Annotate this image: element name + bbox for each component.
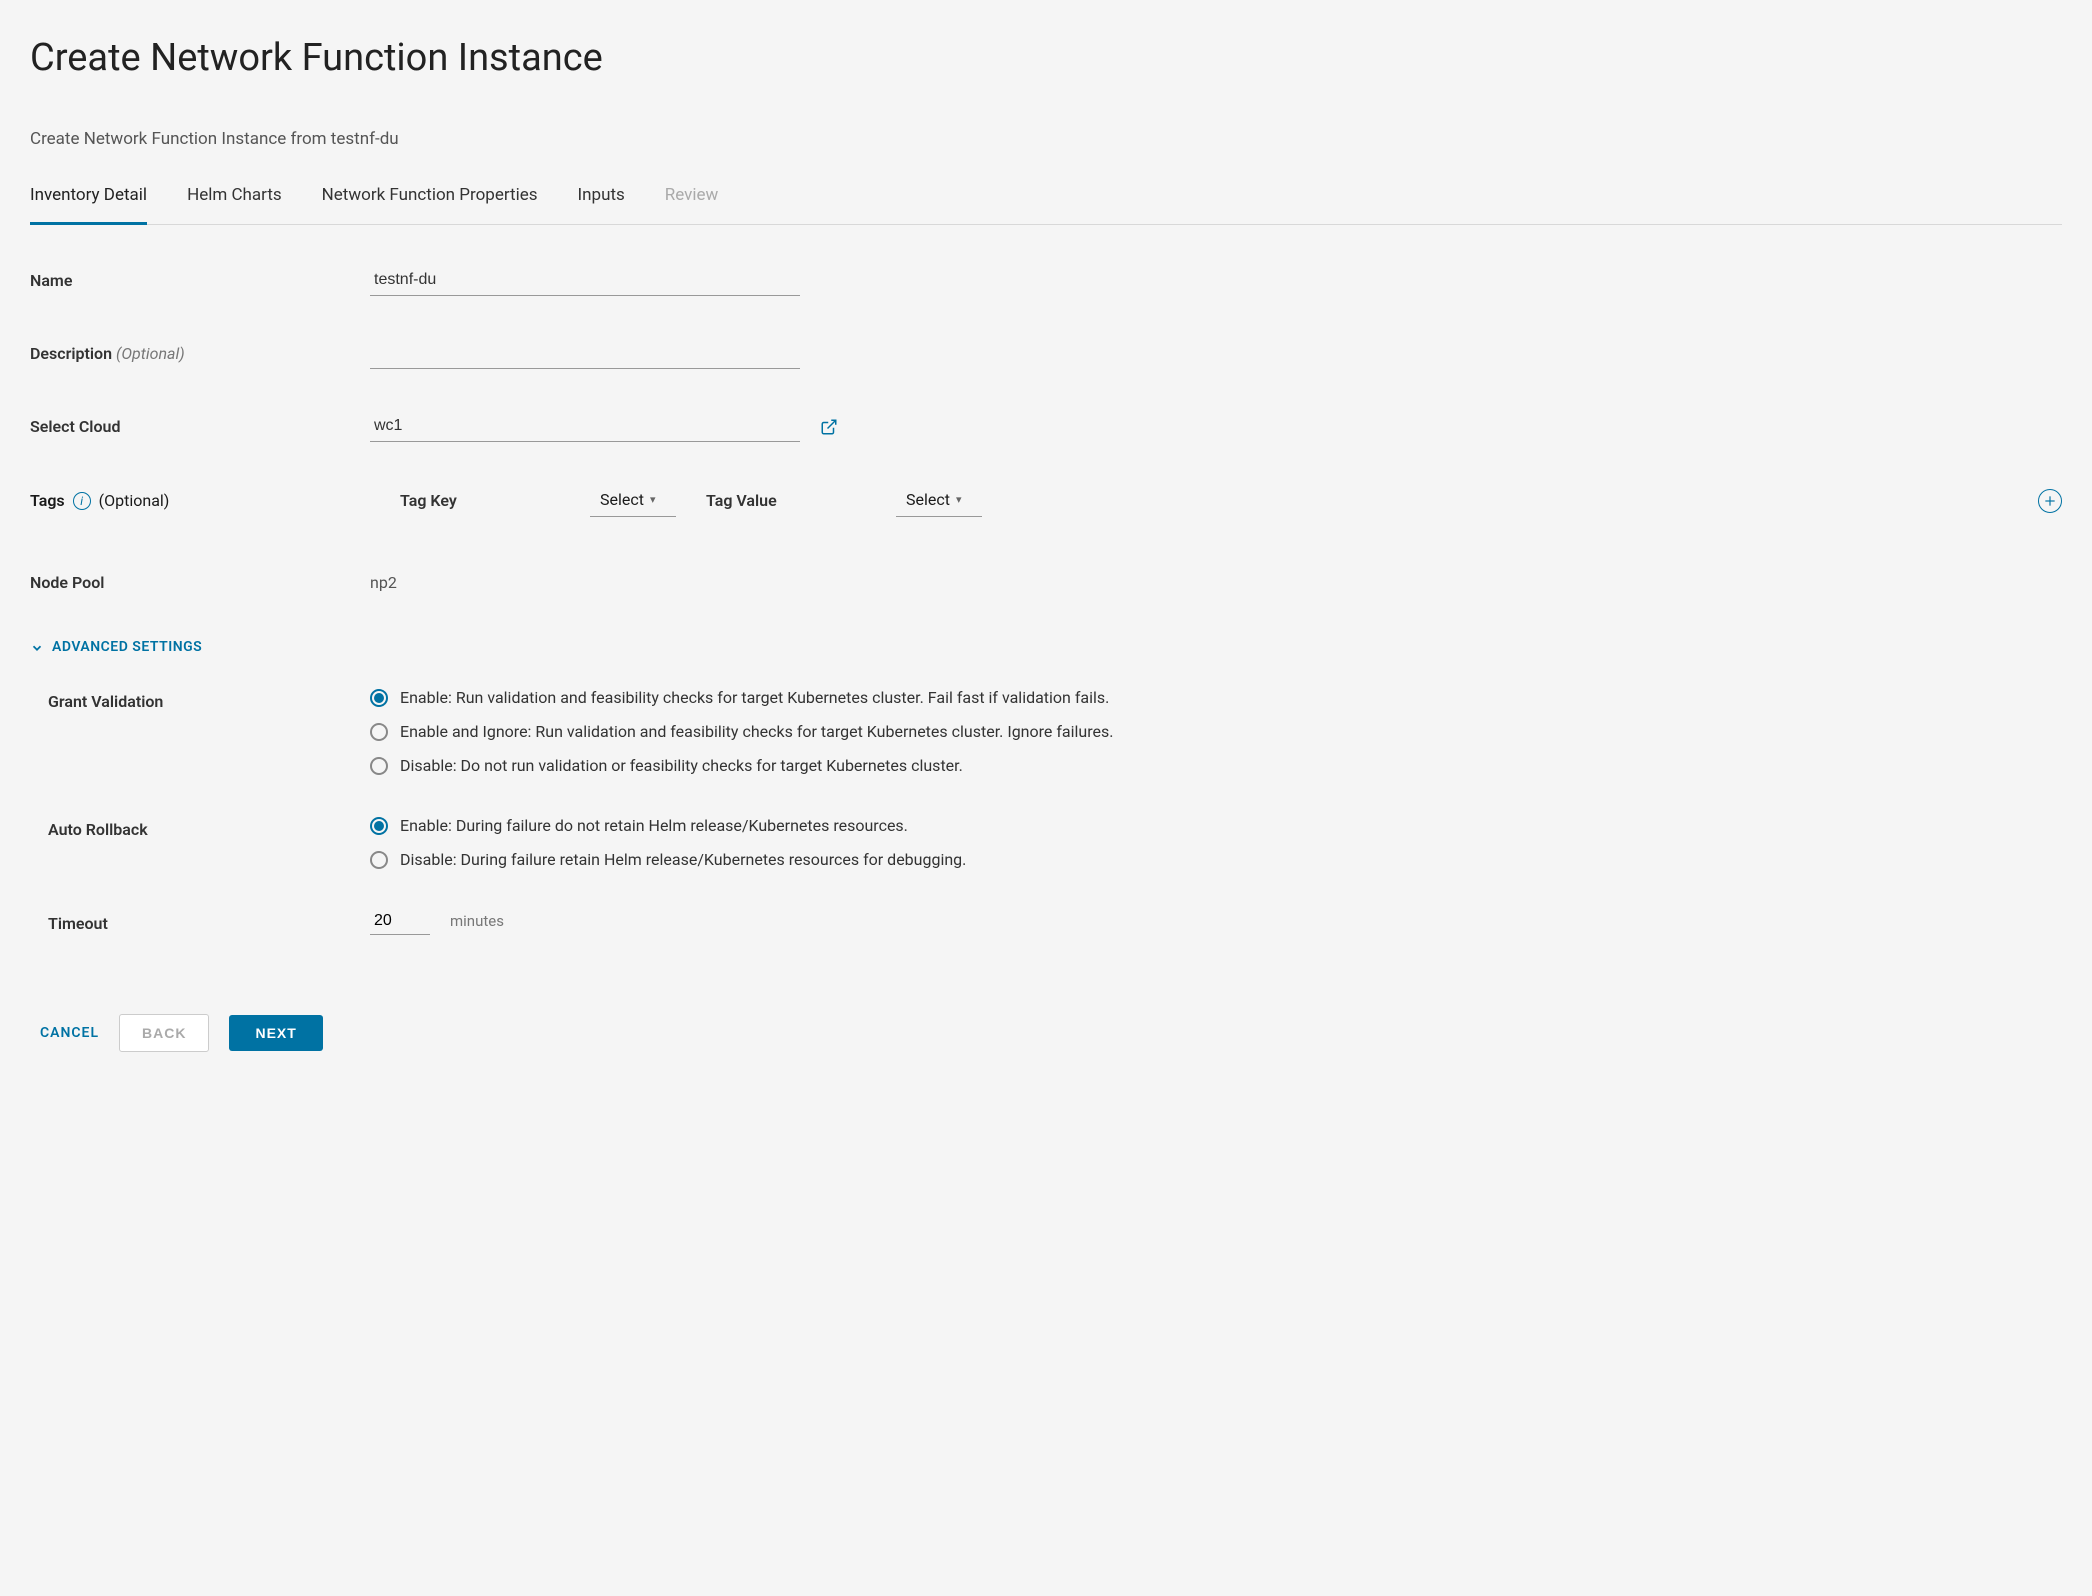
row-auto-rollback: Auto Rollback Enable: During failure do …	[30, 814, 2062, 872]
tag-key-select-text: Select	[600, 488, 644, 512]
row-tags: Tags i (Optional) Tag Key Select ▾ Tag V…	[30, 484, 2062, 517]
label-description: Description (Optional)	[30, 338, 370, 366]
label-tag-key: Tag Key	[400, 489, 540, 513]
tab-inventory-detail[interactable]: Inventory Detail	[30, 183, 147, 226]
add-tag-icon[interactable]	[2038, 489, 2062, 513]
chevron-down-icon: ▾	[650, 492, 656, 509]
row-name: Name	[30, 265, 2062, 296]
tab-review: Review	[665, 183, 719, 225]
auto-rollback-disable[interactable]: Disable: During failure retain Helm rele…	[370, 848, 966, 872]
page-title: Create Network Function Instance	[30, 30, 2062, 87]
auto-rollback-enable[interactable]: Enable: During failure do not retain Hel…	[370, 814, 966, 838]
external-link-icon[interactable]	[820, 418, 838, 436]
label-timeout: Timeout	[30, 908, 370, 936]
advanced-settings-toggle[interactable]: ADVANCED SETTINGS	[30, 637, 2062, 658]
row-grant-validation: Grant Validation Enable: Run validation …	[30, 686, 2062, 778]
tag-value-group: Tag Value Select ▾	[706, 484, 982, 517]
radio-icon	[370, 817, 388, 835]
wizard-tabs: Inventory Detail Helm Charts Network Fun…	[30, 183, 2062, 226]
row-node-pool: Node Pool np2	[30, 567, 2062, 595]
label-tags-optional: (Optional)	[99, 489, 170, 513]
timeout-unit: minutes	[450, 910, 504, 933]
label-auto-rollback: Auto Rollback	[30, 814, 370, 842]
grant-validation-enable-ignore-text: Enable and Ignore: Run validation and fe…	[400, 720, 1113, 744]
radio-icon	[370, 723, 388, 741]
chevron-down-icon	[30, 641, 44, 655]
row-select-cloud: Select Cloud	[30, 411, 2062, 442]
row-description: Description (Optional)	[30, 338, 2062, 369]
tab-network-function-properties[interactable]: Network Function Properties	[322, 183, 538, 225]
tab-inputs[interactable]: Inputs	[578, 183, 625, 225]
row-timeout: Timeout minutes	[30, 908, 2062, 936]
cloud-input[interactable]	[370, 411, 800, 442]
label-node-pool: Node Pool	[30, 567, 370, 595]
label-tags: Tags	[30, 489, 65, 513]
grant-validation-enable-ignore[interactable]: Enable and Ignore: Run validation and fe…	[370, 720, 1113, 744]
timeout-input[interactable]	[370, 908, 430, 935]
description-input[interactable]	[370, 338, 800, 369]
grant-validation-enable-text: Enable: Run validation and feasibility c…	[400, 686, 1109, 710]
page-subtitle: Create Network Function Instance from te…	[30, 127, 2062, 153]
radio-icon	[370, 757, 388, 775]
chevron-down-icon: ▾	[956, 492, 962, 509]
grant-validation-disable-text: Disable: Do not run validation or feasib…	[400, 754, 963, 778]
label-grant-validation: Grant Validation	[30, 686, 370, 714]
next-button[interactable]: NEXT	[229, 1015, 322, 1051]
grant-validation-enable[interactable]: Enable: Run validation and feasibility c…	[370, 686, 1113, 710]
label-description-optional: (Optional)	[116, 344, 185, 363]
auto-rollback-enable-text: Enable: During failure do not retain Hel…	[400, 814, 908, 838]
node-pool-value: np2	[370, 567, 397, 595]
radio-icon	[370, 851, 388, 869]
advanced-settings-label: ADVANCED SETTINGS	[52, 637, 202, 658]
label-name: Name	[30, 265, 370, 293]
back-button: BACK	[119, 1014, 209, 1052]
auto-rollback-disable-text: Disable: During failure retain Helm rele…	[400, 848, 966, 872]
name-input[interactable]	[370, 265, 800, 296]
tag-key-group: Tag Key Select ▾	[400, 484, 676, 517]
wizard-footer: CANCEL BACK NEXT	[30, 996, 2062, 1070]
radio-icon	[370, 689, 388, 707]
tag-value-select-text: Select	[906, 488, 950, 512]
tab-helm-charts[interactable]: Helm Charts	[187, 183, 282, 225]
label-description-text: Description	[30, 344, 112, 363]
label-tag-value: Tag Value	[706, 489, 846, 513]
tag-value-select[interactable]: Select ▾	[896, 484, 982, 517]
grant-validation-disable[interactable]: Disable: Do not run validation or feasib…	[370, 754, 1113, 778]
info-icon[interactable]: i	[73, 492, 91, 510]
tag-key-select[interactable]: Select ▾	[590, 484, 676, 517]
cancel-button[interactable]: CANCEL	[40, 1023, 99, 1044]
label-select-cloud: Select Cloud	[30, 411, 370, 439]
